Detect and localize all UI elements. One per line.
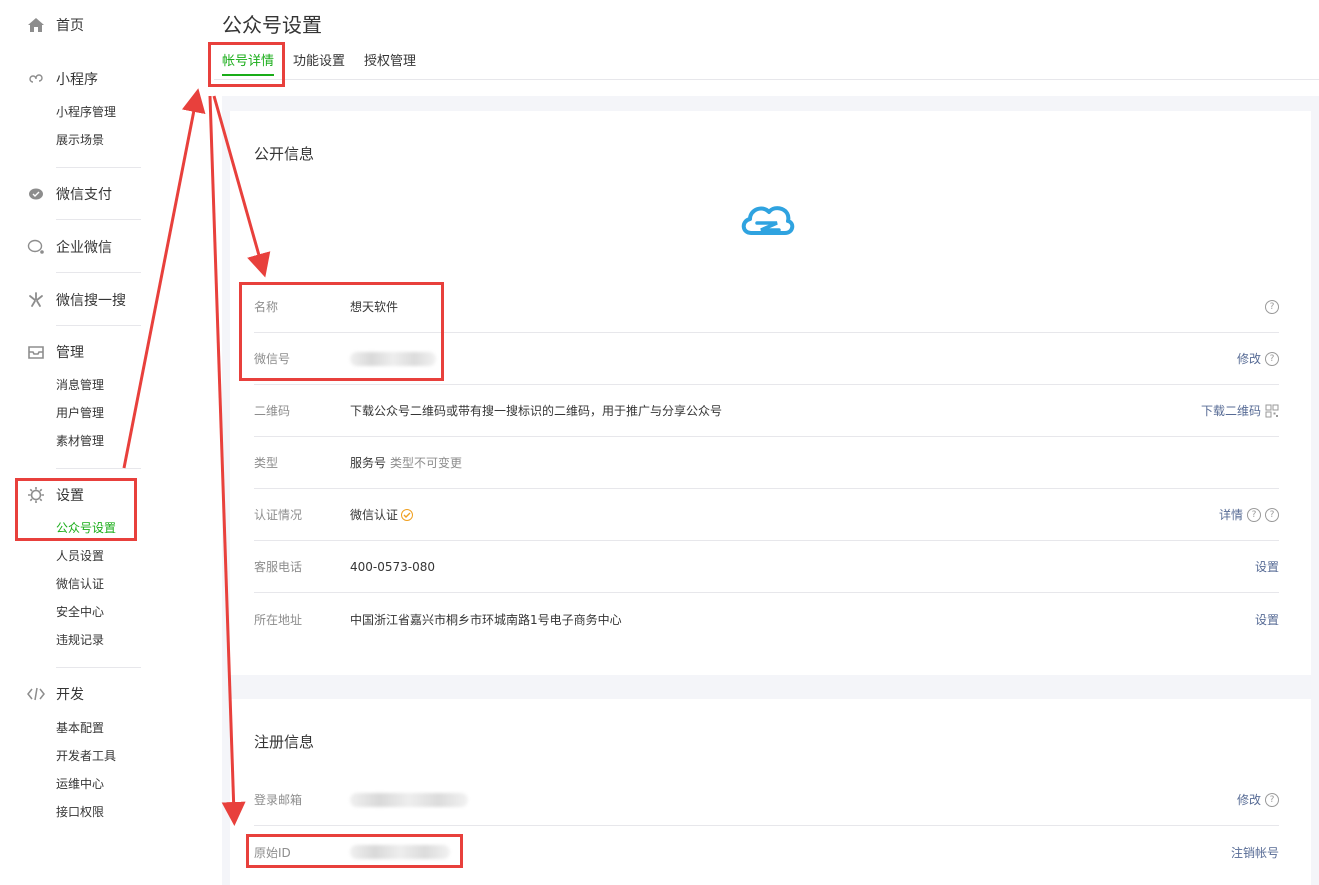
nav-manage[interactable]: 管理 [26, 341, 84, 363]
row-phone: 客服电话 400-0573-080 设置 [254, 541, 1279, 593]
tab-underline [214, 79, 1319, 80]
gear-icon [26, 485, 46, 505]
tab-authorization[interactable]: 授权管理 [364, 52, 416, 76]
help-icon[interactable]: ? [1265, 299, 1279, 314]
nav-item-user-manage[interactable]: 用户管理 [56, 404, 104, 422]
row-original-id-key: 原始ID [254, 845, 291, 860]
nav-develop-label: 开发 [56, 687, 84, 703]
row-phone-value: 400-0573-080 [350, 559, 436, 574]
tab-bar: 帐号详情 功能设置 授权管理 [222, 52, 435, 80]
nav-search[interactable]: 微信搜一搜 [26, 289, 126, 311]
nav-home[interactable]: 首页 [26, 14, 84, 36]
row-phone-key: 客服电话 [254, 560, 303, 574]
nav-divider [56, 667, 141, 668]
cloud-logo-icon [739, 199, 795, 243]
nav-item-basic-config[interactable]: 基本配置 [56, 719, 104, 737]
nav-miniprogram[interactable]: 小程序 [26, 68, 98, 90]
public-info-card: 公开信息 名称 想天软件 ? 微信号 修改? 二维码 下载公众号二维码或带有搜一… [230, 111, 1311, 675]
row-original-id: 原始ID 注销帐号 [254, 826, 1279, 878]
qrcode-icon[interactable] [1265, 404, 1279, 418]
row-login-email: 登录邮箱 修改? [254, 774, 1279, 826]
search-sparkle-icon [26, 290, 46, 310]
row-qrcode: 二维码 下载公众号二维码或带有搜一搜标识的二维码，用于推广与分享公众号 下载二维… [254, 385, 1279, 437]
tab-account-details[interactable]: 帐号详情 [222, 52, 275, 76]
set-phone-link[interactable]: 设置 [1255, 558, 1279, 575]
verification-details-link[interactable]: 详情 [1219, 506, 1243, 523]
row-wechat-id-key: 微信号 [254, 352, 291, 366]
set-address-link[interactable]: 设置 [1255, 611, 1279, 628]
nav-enterprise-wechat[interactable]: 企业微信 [26, 236, 112, 258]
miniprogram-icon [26, 69, 46, 89]
row-login-email-key: 登录邮箱 [254, 793, 303, 807]
row-verification-value: 微信认证 [350, 508, 399, 522]
row-address: 所在地址 中国浙江省嘉兴市桐乡市环城南路1号电子商务中心 设置 [254, 593, 1279, 645]
nav-item-account-settings[interactable]: 公众号设置 [56, 519, 116, 537]
nav-divider [56, 219, 141, 220]
blurred-wechat-id [350, 351, 436, 366]
row-verification-key: 认证情况 [254, 508, 303, 522]
edit-email-link[interactable]: 修改 [1237, 791, 1261, 808]
row-name: 名称 想天软件 ? [254, 281, 1279, 333]
verified-check-icon [401, 508, 414, 521]
row-type-value: 服务号 [350, 456, 387, 470]
nav-item-message-manage[interactable]: 消息管理 [56, 376, 104, 394]
nav-item-staff-settings[interactable]: 人员设置 [56, 547, 104, 565]
nav-settings-label: 设置 [56, 488, 84, 504]
help-icon[interactable]: ? [1265, 792, 1279, 807]
nav-item-wechat-verify[interactable]: 微信认证 [56, 575, 104, 593]
nav-item-dev-tools[interactable]: 开发者工具 [56, 747, 116, 765]
nav-divider [56, 167, 141, 168]
row-type-note: 类型不可变更 [390, 456, 463, 470]
row-qrcode-key: 二维码 [254, 404, 291, 418]
nav-miniprogram-label: 小程序 [56, 72, 98, 88]
help-icon[interactable]: ? [1265, 507, 1279, 522]
help-icon[interactable]: ? [1265, 351, 1279, 366]
code-icon [26, 684, 46, 704]
nav-item-display-scene[interactable]: 展示场景 [56, 131, 104, 149]
nav-manage-label: 管理 [56, 345, 84, 361]
nav-settings[interactable]: 设置 [26, 484, 84, 506]
nav-enterprise-wechat-label: 企业微信 [56, 240, 112, 256]
nav-wechat-pay[interactable]: 微信支付 [26, 183, 112, 205]
row-name-key: 名称 [254, 300, 279, 314]
row-verification: 认证情况 微信认证 详情?? [254, 489, 1279, 541]
nav-divider [56, 325, 141, 326]
nav-item-material-manage[interactable]: 素材管理 [56, 432, 104, 450]
register-info-title: 注册信息 [254, 733, 315, 751]
register-info-card: 注册信息 登录邮箱 修改? 原始ID 注销帐号 [230, 699, 1311, 885]
help-icon[interactable]: ? [1247, 507, 1261, 522]
nav-develop[interactable]: 开发 [26, 683, 84, 705]
row-type: 类型 服务号 类型不可变更 [254, 437, 1279, 489]
nav-item-api-permissions[interactable]: 接口权限 [56, 803, 104, 821]
page-title: 公众号设置 [222, 13, 322, 37]
enterprise-wechat-icon [26, 237, 46, 257]
nav-item-security-center[interactable]: 安全中心 [56, 603, 104, 621]
inbox-icon [26, 342, 46, 362]
deactivate-account-link[interactable]: 注销帐号 [1231, 844, 1279, 861]
nav-divider [56, 468, 141, 469]
nav-item-ops-center[interactable]: 运维中心 [56, 775, 104, 793]
row-address-value: 中国浙江省嘉兴市桐乡市环城南路1号电子商务中心 [350, 612, 622, 627]
blurred-email [350, 792, 468, 807]
nav-item-miniprogram-manage[interactable]: 小程序管理 [56, 103, 116, 121]
row-name-value: 想天软件 [350, 300, 399, 314]
nav-home-label: 首页 [56, 18, 84, 34]
blurred-original-id [350, 845, 450, 859]
download-qrcode-link[interactable]: 下载二维码 [1201, 402, 1261, 419]
nav-search-label: 微信搜一搜 [56, 293, 126, 309]
edit-wechat-id-link[interactable]: 修改 [1237, 350, 1261, 367]
row-address-key: 所在地址 [254, 612, 303, 627]
row-qrcode-value: 下载公众号二维码或带有搜一搜标识的二维码，用于推广与分享公众号 [350, 404, 723, 418]
nav-wechat-pay-label: 微信支付 [56, 187, 112, 203]
row-wechat-id: 微信号 修改? [254, 333, 1279, 385]
main-content: 公众号设置 帐号详情 功能设置 授权管理 公开信息 名称 想天软件 ? 微信号 … [208, 0, 1319, 885]
sidebar: 首页 小程序 小程序管理 展示场景 微信支付 企业微信 微信搜一搜 管理 消息管… [0, 0, 208, 885]
tab-feature-settings[interactable]: 功能设置 [293, 52, 345, 76]
nav-divider [56, 272, 141, 273]
public-info-title: 公开信息 [254, 145, 315, 163]
home-icon [26, 15, 46, 35]
wechat-pay-icon [26, 184, 46, 204]
row-type-key: 类型 [254, 456, 279, 470]
nav-item-violation-records[interactable]: 违规记录 [56, 631, 104, 649]
